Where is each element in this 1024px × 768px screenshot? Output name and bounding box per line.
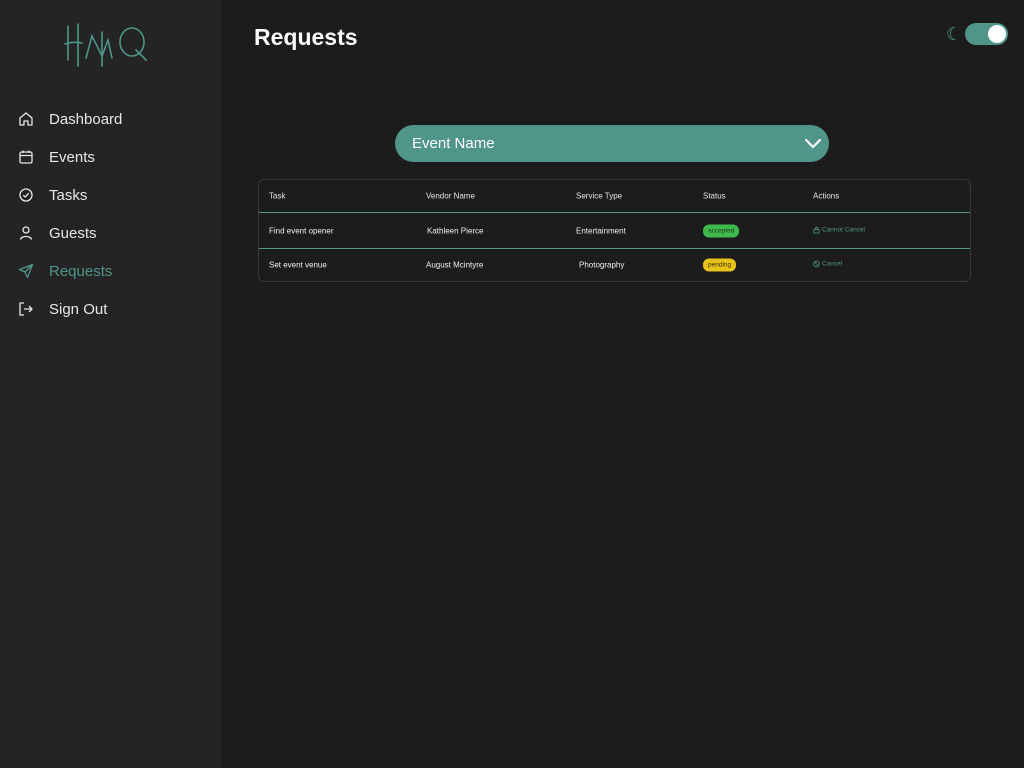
sidebar-item-tasks[interactable]: Tasks [0, 176, 222, 214]
sign-out-icon [18, 301, 34, 317]
column-header-actions[interactable]: Actions [813, 192, 839, 201]
sidebar-nav: Dashboard Events Tasks Guests Requests S… [0, 100, 222, 328]
table-row: Find event opener Kathleen Pierce Entert… [259, 214, 970, 249]
table-row: Set event venue August Mcintyre Photogra… [259, 249, 970, 281]
sidebar-item-label: Requests [49, 262, 113, 280]
column-header-status[interactable]: Status [703, 192, 726, 201]
sidebar-item-label: Guests [49, 224, 97, 242]
table-header: Task Vendor Name Service Type Status Act… [259, 180, 970, 213]
requests-table: Task Vendor Name Service Type Status Act… [258, 179, 971, 282]
sidebar-item-dashboard[interactable]: Dashboard [0, 100, 222, 138]
service-cell: Photography [579, 260, 625, 270]
ban-icon [813, 260, 820, 268]
lock-icon [813, 226, 820, 234]
cancel-button[interactable]: Cancel [813, 261, 842, 268]
task-cell: Set event venue [269, 260, 327, 270]
sidebar-item-sign-out[interactable]: Sign Out [0, 290, 222, 328]
sidebar: Dashboard Events Tasks Guests Requests S… [0, 0, 222, 768]
home-icon [18, 111, 34, 127]
sidebar-item-events[interactable]: Events [0, 138, 222, 176]
sidebar-item-label: Tasks [49, 186, 88, 204]
sidebar-item-label: Events [49, 148, 95, 166]
chevron-down-icon [805, 138, 821, 149]
main-content: Requests ☾ Event Name Task Vendor Name S… [222, 0, 1024, 768]
check-circle-icon [18, 187, 34, 203]
theme-toggle[interactable]: ☾ [946, 23, 1009, 45]
sidebar-item-label: Dashboard [49, 110, 123, 128]
sidebar-item-label: Sign Out [49, 300, 108, 318]
sidebar-item-guests[interactable]: Guests [0, 214, 222, 252]
switch-knob [988, 25, 1007, 43]
vendor-cell: Kathleen Pierce [427, 226, 484, 236]
event-select[interactable]: Event Name [395, 125, 829, 162]
status-badge: accepted [703, 224, 740, 238]
vendor-cell: August Mcintyre [426, 260, 484, 270]
logo[interactable] [62, 22, 148, 70]
event-select-value: Event Name [412, 135, 495, 152]
status-badge: pending [703, 258, 737, 272]
sidebar-item-requests[interactable]: Requests [0, 252, 222, 290]
actions-cell: Cancel [813, 261, 842, 270]
actions-cell: Cannot Cancel [813, 227, 865, 236]
task-cell: Find event opener [269, 226, 334, 236]
dark-mode-switch[interactable] [965, 23, 1009, 45]
cannot-cancel-action[interactable]: Cannot Cancel [813, 227, 865, 234]
moon-icon: ☾ [946, 24, 963, 44]
column-header-vendor[interactable]: Vendor Name [426, 192, 475, 201]
send-icon [18, 263, 34, 279]
service-cell: Entertainment [576, 226, 626, 236]
status-cell: pending [703, 258, 737, 272]
page-title: Requests [254, 24, 358, 50]
calendar-icon [18, 149, 34, 165]
status-cell: accepted [703, 224, 740, 238]
action-label: Cancel [822, 260, 843, 268]
column-header-service[interactable]: Service Type [576, 192, 622, 201]
column-header-task[interactable]: Task [269, 192, 285, 201]
action-label: Cannot Cancel [822, 226, 865, 234]
user-icon [18, 225, 34, 241]
